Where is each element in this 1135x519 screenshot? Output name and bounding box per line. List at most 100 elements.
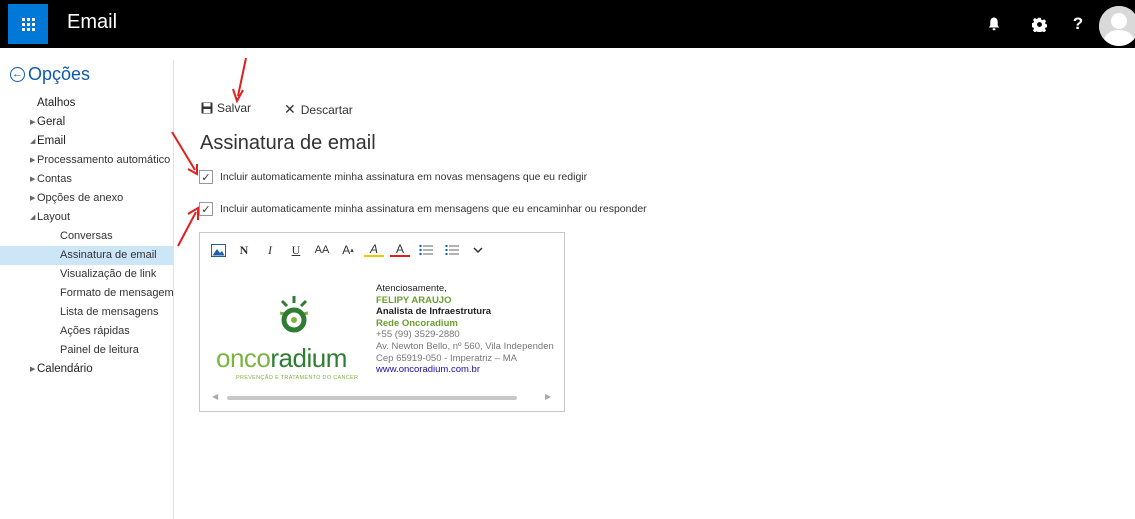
sig-address: Av. Newton Bello, nº 560, Vila Independe…: [376, 340, 554, 352]
nav-item-label: Lista de mensagens: [60, 306, 159, 318]
sig-name: FELIPY ARAUJO: [376, 294, 452, 306]
scroll-right-icon[interactable]: ▶: [545, 392, 551, 401]
nav-item-formato-de-mensagem[interactable]: Formato de mensagem: [0, 284, 174, 303]
bullet-list-glyph: [419, 244, 433, 256]
nav-item-layout[interactable]: ◢ Layout: [0, 208, 173, 227]
annotation-arrow-option2: [177, 206, 199, 247]
nav-item-label: Visualização de link: [60, 268, 157, 280]
nav-item-painel-de-leitura[interactable]: Painel de leitura: [0, 341, 173, 360]
checkmark-icon: ✓: [201, 171, 211, 184]
sig-role: Analista de Infraestrutura: [376, 306, 492, 318]
nav-item-email[interactable]: ◢ Email: [0, 132, 173, 151]
highlight-icon[interactable]: A: [364, 242, 384, 257]
signature-text: Atenciosamente, FELIPY ARAUJO Analista d…: [376, 283, 557, 383]
nav-item-label: Formato de mensagem: [60, 287, 174, 299]
nav-item-atalhos[interactable]: Atalhos: [0, 94, 173, 113]
image-icon: [210, 243, 226, 257]
chevron-down-icon: [473, 246, 483, 253]
collapsed-arrow-icon[interactable]: ▶: [30, 151, 35, 170]
expanded-arrow-icon[interactable]: ◢: [30, 208, 35, 227]
options-nav: Atalhos ▶ Geral ◢ Email ▶ Processamento automá…: [0, 94, 174, 379]
save-icon: [201, 102, 213, 114]
top-bar: Email ?: [0, 0, 1135, 48]
nav-item-label: Layout: [37, 211, 71, 223]
collapsed-arrow-icon[interactable]: ▶: [30, 189, 35, 208]
numbering-icon[interactable]: [442, 241, 462, 259]
nav-item-op-es-de-anexo[interactable]: ▶ Opções de anexo: [0, 189, 173, 208]
scroll-left-icon[interactable]: ◀: [212, 392, 218, 401]
nav-item-label: Geral: [37, 116, 66, 128]
nav-item-label: Opções de anexo: [37, 192, 124, 204]
bell-icon: [988, 17, 1000, 31]
gear-icon: [1031, 17, 1047, 32]
nav-item-label: Conversas: [60, 230, 113, 242]
logo-name-dark: radium: [270, 343, 347, 373]
back-to-options[interactable]: ← Opções: [10, 64, 90, 85]
option-replies[interactable]: ✓ Incluir automaticamente minha assinatu…: [199, 202, 647, 216]
bold-icon[interactable]: N: [234, 241, 254, 259]
bullets-icon[interactable]: [416, 241, 436, 259]
collapsed-arrow-icon[interactable]: ▶: [30, 113, 35, 132]
avatar[interactable]: [1099, 6, 1135, 46]
app-title: Email: [67, 11, 118, 33]
italic-icon[interactable]: I: [260, 241, 280, 259]
option-new-messages-label: Incluir automaticamente minha assinatura…: [220, 171, 588, 183]
underline-icon[interactable]: U: [286, 241, 306, 259]
app-launcher-button[interactable]: [8, 4, 48, 44]
sig-company: Rede Oncoradium: [376, 317, 458, 329]
numbered-list-glyph: [445, 245, 459, 255]
nav-item-assinatura-de-email[interactable]: Assinatura de email: [0, 246, 173, 265]
collapsed-arrow-icon[interactable]: ▶: [30, 170, 35, 189]
nav-item-label: Atalhos: [37, 97, 76, 109]
settings-button[interactable]: [1024, 9, 1054, 39]
user-icon: [1099, 6, 1135, 46]
sig-cep: Cep 65919-050 - Imperatriz – MA: [376, 352, 517, 364]
notifications-button[interactable]: [979, 9, 1009, 39]
help-button[interactable]: ?: [1063, 9, 1093, 39]
sig-website[interactable]: www.oncoradium.com.br: [376, 364, 554, 376]
grow-font-glyph: A: [342, 243, 351, 257]
annotation-arrow-option1: [171, 131, 198, 176]
nav-item-geral[interactable]: ▶ Geral: [0, 113, 173, 132]
nav-item-label: Painel de leitura: [60, 344, 139, 356]
option-new-messages[interactable]: ✓ Incluir automaticamente minha assinatu…: [199, 170, 587, 184]
signature-editor[interactable]: N I U AA A ▴ A A oncoradium PREVENÇÃO E …: [199, 232, 565, 412]
nav-item-processamento-autom-tico[interactable]: ▶ Processamento automático: [0, 151, 173, 170]
horizontal-scrollbar[interactable]: ◀ ▶: [212, 392, 552, 403]
nav-item-label: Assinatura de email: [60, 249, 157, 261]
grow-font-icon[interactable]: A ▴: [338, 241, 358, 259]
help-icon: ?: [1072, 14, 1084, 33]
close-icon: ✕: [284, 101, 296, 117]
option-replies-label: Incluir automaticamente minha assinatura…: [220, 203, 647, 215]
editor-toolbar: N I U AA A ▴ A A: [208, 241, 494, 259]
nav-item-lista-de-mensagens[interactable]: Lista de mensagens: [0, 303, 173, 322]
discard-button[interactable]: ✕ Descartar: [284, 101, 353, 118]
waffle-icon: [21, 17, 35, 31]
nav-item-label: Processamento automático: [37, 154, 171, 166]
discard-label: Descartar: [300, 102, 353, 117]
more-chevron-icon[interactable]: [468, 241, 488, 259]
nav-item-label: Ações rápidas: [60, 325, 130, 337]
annotation-arrow-save: [232, 57, 247, 104]
logo-name-light: onco: [216, 343, 271, 373]
collapsed-arrow-icon[interactable]: ▶: [30, 360, 35, 379]
sig-phone: +55 (99) 3529-2880: [376, 329, 460, 341]
font-size-icon[interactable]: AA: [312, 241, 332, 259]
nav-item-label: Calendário: [37, 363, 93, 375]
nav-item-a-es-r-pidas[interactable]: Ações rápidas: [0, 322, 173, 341]
options-label: Opções: [28, 64, 91, 84]
nav-item-calend-rio[interactable]: ▶ Calendário: [0, 360, 173, 379]
logo-symbol-icon: [279, 296, 309, 333]
nav-item-label: Email: [37, 135, 66, 147]
insert-image-button[interactable]: [208, 241, 228, 259]
back-arrow-icon: ←: [10, 67, 25, 82]
nav-item-contas[interactable]: ▶ Contas: [0, 170, 173, 189]
font-color-icon[interactable]: A: [390, 242, 410, 257]
nav-item-visualiza-o-de-link[interactable]: Visualização de link: [0, 265, 173, 284]
logo-tagline: PREVENÇÃO E TRATAMENTO DO CANCER: [236, 375, 359, 381]
logo-wordmark: oncoradium: [216, 343, 347, 374]
nav-item-conversas[interactable]: Conversas: [0, 227, 173, 246]
page-title: Assinatura de email: [200, 132, 376, 154]
expanded-arrow-icon[interactable]: ◢: [30, 132, 35, 151]
scrollbar-thumb[interactable]: [227, 396, 517, 400]
